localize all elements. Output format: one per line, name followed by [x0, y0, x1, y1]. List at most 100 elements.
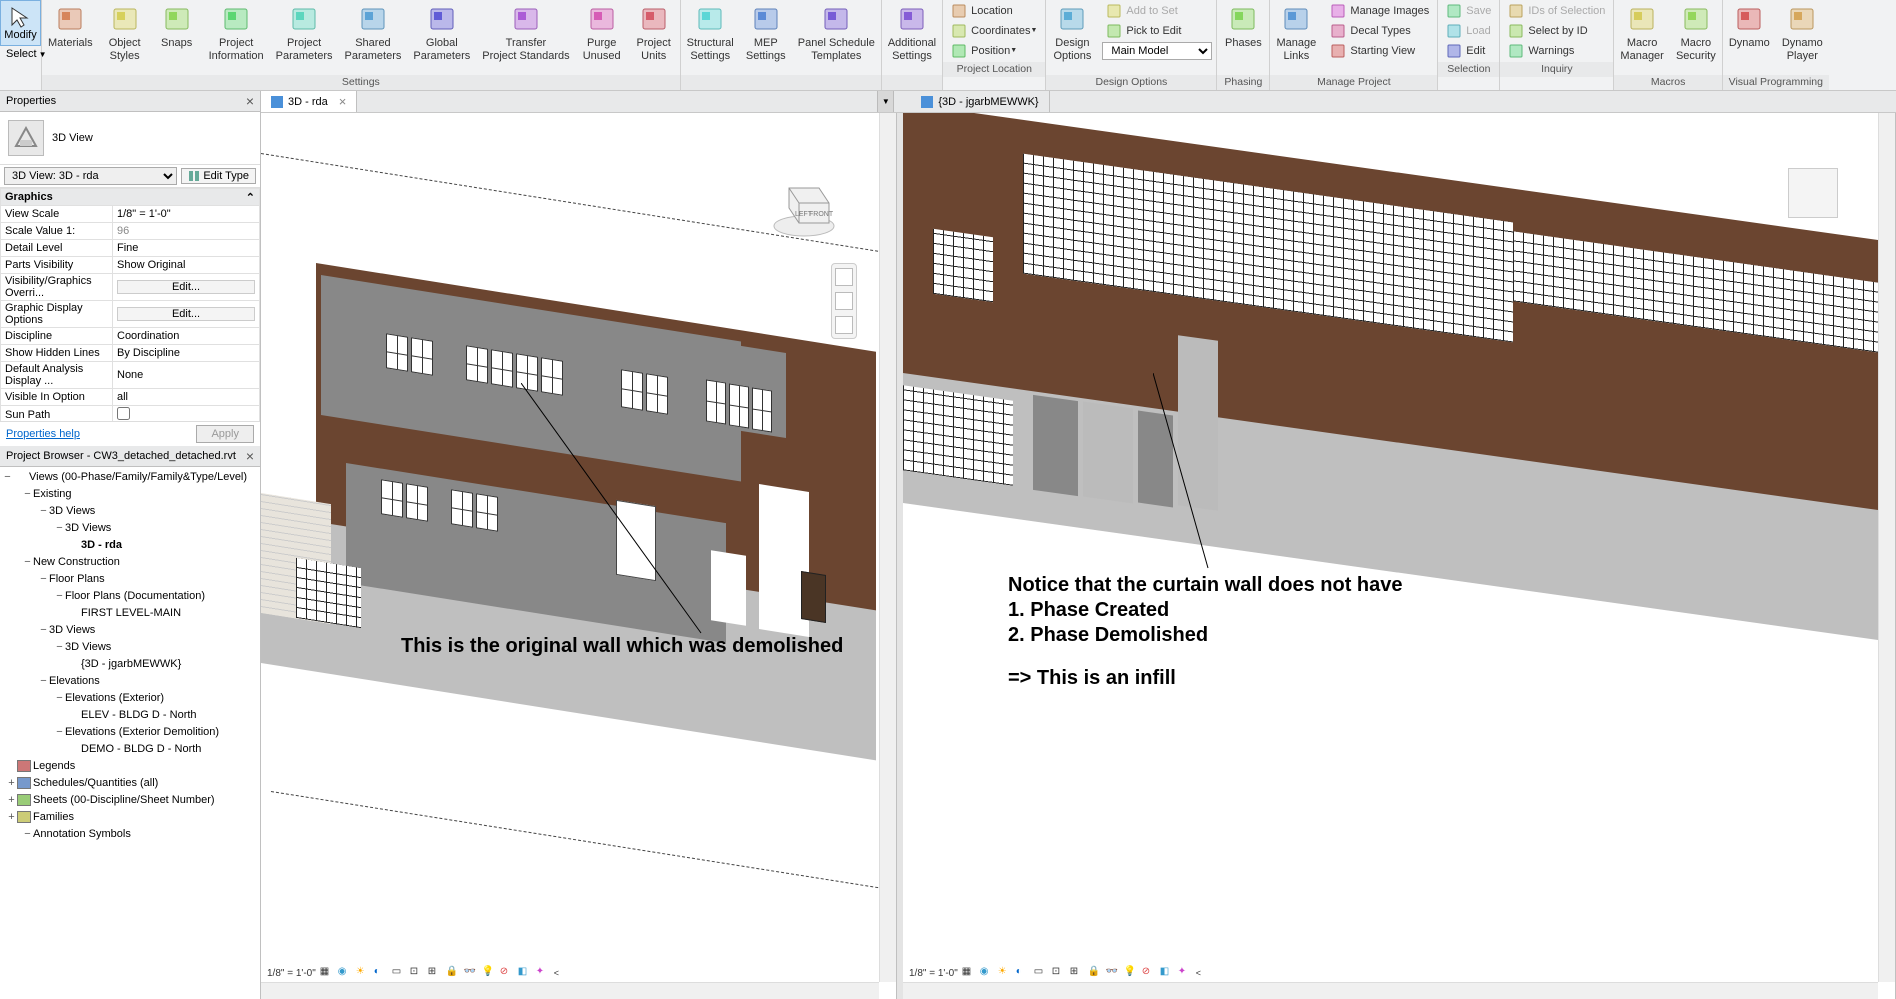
prop-checkbox[interactable] [117, 407, 130, 420]
constraints-icon[interactable]: ⊘ [1142, 966, 1156, 980]
close-tab-icon[interactable]: × [339, 94, 347, 109]
mep-settings-button[interactable]: MEPSettings [740, 0, 792, 75]
prop-value[interactable]: 1/8" = 1'-0" [113, 206, 260, 223]
tree-node[interactable]: 3D - rda [0, 537, 260, 554]
design-options-button[interactable]: DesignOptions [1046, 0, 1098, 75]
position-button[interactable]: Position ▼ [947, 42, 1041, 60]
temp-hide-icon[interactable]: 👓 [464, 966, 478, 980]
viewport-right[interactable]: Notice that the curtain wall does not ha… [903, 113, 1896, 999]
detail-level-icon[interactable]: ▦ [320, 966, 334, 980]
highlight-icon[interactable]: ✦ [536, 966, 550, 980]
shadows-icon[interactable]: ◐ [1016, 966, 1030, 980]
close-browser-icon[interactable]: × [246, 448, 254, 464]
additional-settings-button[interactable]: AdditionalSettings [882, 0, 942, 75]
manage-links-button[interactable]: ManageLinks [1270, 0, 1322, 75]
view-tab-3d-rda[interactable]: 3D - rda × [261, 91, 357, 112]
analytical-icon[interactable]: ◧ [518, 966, 532, 980]
scrollbar-vertical[interactable] [1878, 113, 1895, 982]
coordinates-button[interactable]: Coordinates ▼ [947, 22, 1041, 40]
sun-path-icon[interactable]: ☀ [998, 966, 1012, 980]
scrollbar-horizontal[interactable] [903, 982, 1878, 999]
properties-grid[interactable]: Graphics⌃View Scale1/8" = 1'-0"Scale Val… [0, 188, 260, 421]
manage-images-button[interactable]: Manage Images [1326, 2, 1433, 20]
snaps-button[interactable]: Snaps [151, 0, 203, 75]
tree-node[interactable]: −3D Views [0, 622, 260, 639]
prop-value[interactable]: 96 [113, 223, 260, 240]
project-information-button[interactable]: ProjectInformation [203, 0, 270, 75]
scrollbar-horizontal[interactable] [261, 982, 879, 999]
purge-unused-button[interactable]: PurgeUnused [576, 0, 628, 75]
tree-node[interactable]: FIRST LEVEL-MAIN [0, 605, 260, 622]
tree-node[interactable]: −3D Views [0, 520, 260, 537]
structural-settings-button[interactable]: StructuralSettings [681, 0, 740, 75]
prop-value[interactable]: None [113, 362, 260, 389]
location-button[interactable]: Location [947, 2, 1041, 20]
crop-region-icon[interactable]: ⊞ [1070, 966, 1084, 980]
temp-hide-icon[interactable]: 👓 [1106, 966, 1120, 980]
view-cube[interactable]: LEFT FRONT [769, 168, 839, 238]
transfer-project-standards-button[interactable]: TransferProject Standards [476, 0, 575, 75]
save-selection-button[interactable]: Save [1442, 2, 1495, 20]
scrollbar-vertical[interactable] [879, 113, 896, 982]
select-by-id-button[interactable]: Select by ID [1504, 22, 1609, 40]
lock-icon[interactable]: 🔒 [1088, 966, 1102, 980]
macro-manager-button[interactable]: MacroManager [1614, 0, 1669, 75]
prop-value[interactable]: all [113, 389, 260, 406]
tree-node[interactable]: −New Construction [0, 554, 260, 571]
prop-value[interactable]: Edit... [113, 301, 260, 328]
tree-node[interactable]: +Schedules/Quantities (all) [0, 775, 260, 792]
pick-to-edit-button[interactable]: Pick to Edit [1102, 22, 1212, 40]
macro-security-button[interactable]: MacroSecurity [1670, 0, 1722, 75]
prop-edit-button[interactable]: Edit... [117, 307, 255, 321]
warnings-button[interactable]: Warnings [1504, 42, 1609, 60]
constraints-icon[interactable]: ⊘ [500, 966, 514, 980]
tree-node[interactable]: +Sheets (00-Discipline/Sheet Number) [0, 792, 260, 809]
ids-of-selection-button[interactable]: IDs of Selection [1504, 2, 1609, 20]
tree-node[interactable]: −Elevations (Exterior Demolition) [0, 724, 260, 741]
edit-type-button[interactable]: Edit Type [181, 168, 256, 184]
lock-icon[interactable]: 🔒 [446, 966, 460, 980]
sun-path-icon[interactable]: ☀ [356, 966, 370, 980]
add-to-set-button[interactable]: Add to Set [1102, 2, 1212, 20]
crop-icon[interactable]: ⊡ [1052, 966, 1066, 980]
dynamo-button[interactable]: Dynamo [1723, 0, 1776, 75]
reveal-icon[interactable]: 💡 [1124, 966, 1138, 980]
prop-value[interactable]: Fine [113, 240, 260, 257]
instance-selector[interactable]: 3D View: 3D - rda [4, 167, 177, 185]
tree-node[interactable]: ELEV - BLDG D - North [0, 707, 260, 724]
materials-button[interactable]: Materials [42, 0, 99, 75]
shared-parameters-button[interactable]: SharedParameters [339, 0, 408, 75]
properties-help-link[interactable]: Properties help [6, 428, 80, 440]
scale-label[interactable]: 1/8" = 1'-0" [909, 968, 958, 979]
tree-node[interactable]: −3D Views [0, 639, 260, 656]
rendering-icon[interactable]: ▭ [392, 966, 406, 980]
project-units-button[interactable]: ProjectUnits [628, 0, 680, 75]
tree-node[interactable]: −3D Views [0, 503, 260, 520]
tree-node[interactable]: {3D - jgarbMEWWK} [0, 656, 260, 673]
prop-edit-button[interactable]: Edit... [117, 280, 255, 294]
tree-root[interactable]: −Views (00-Phase/Family/Family&Type/Leve… [0, 469, 260, 486]
edit-selection-button[interactable]: Edit [1442, 42, 1495, 60]
visual-style-icon[interactable]: ◉ [980, 966, 994, 980]
crop-icon[interactable]: ⊡ [410, 966, 424, 980]
dynamo-player-button[interactable]: DynamoPlayer [1776, 0, 1829, 75]
shadows-icon[interactable]: ◐ [374, 966, 388, 980]
panel-schedule-templates-button[interactable]: Panel ScheduleTemplates [792, 0, 881, 75]
starting-view-button[interactable]: Starting View [1326, 42, 1433, 60]
select-dropdown[interactable]: Select ▼ [0, 46, 41, 62]
project-parameters-button[interactable]: ProjectParameters [270, 0, 339, 75]
tree-node[interactable]: −Elevations [0, 673, 260, 690]
close-properties-icon[interactable]: × [246, 93, 254, 109]
analytical-icon[interactable]: ◧ [1160, 966, 1174, 980]
prop-value[interactable]: Show Original [113, 257, 260, 274]
view-dropdown-icon[interactable]: ▼ [877, 91, 894, 112]
global-parameters-button[interactable]: GlobalParameters [407, 0, 476, 75]
visual-style-icon[interactable]: ◉ [338, 966, 352, 980]
apply-button[interactable]: Apply [196, 425, 254, 443]
tree-node[interactable]: −Annotation Symbols [0, 826, 260, 843]
tree-node[interactable]: Legends [0, 758, 260, 775]
tree-node[interactable]: −Floor Plans [0, 571, 260, 588]
design-option-combo[interactable]: Main Model [1102, 42, 1212, 60]
viewport-left[interactable]: LEFT FRONT [261, 113, 897, 999]
prop-value[interactable]: Edit... [113, 274, 260, 301]
